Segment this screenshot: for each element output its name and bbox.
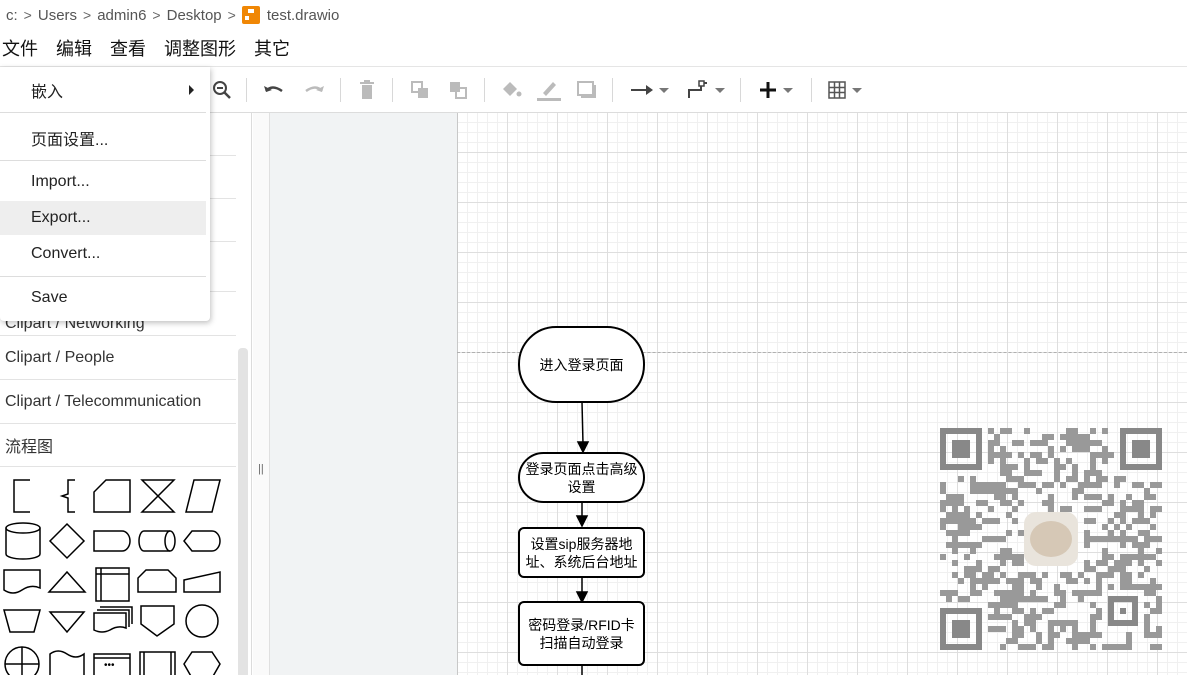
menu-view[interactable]: 查看 bbox=[110, 35, 155, 61]
annotation-1-shape[interactable] bbox=[13, 479, 30, 513]
menu-item-label: 页面设置... bbox=[31, 132, 109, 149]
chevron-right-icon: > bbox=[23, 7, 32, 23]
flow-node-login-method[interactable]: 密码登录/RFID卡扫描自动登录 bbox=[518, 601, 645, 666]
line-color-icon[interactable] bbox=[537, 77, 561, 103]
sidebar-section-flowchart[interactable]: 流程图 bbox=[0, 424, 236, 467]
menu-item-label: Export... bbox=[31, 209, 91, 226]
card-shape[interactable] bbox=[93, 479, 131, 513]
or-shape[interactable] bbox=[4, 646, 40, 675]
toolbar-divider bbox=[340, 78, 341, 102]
fill-color-icon[interactable] bbox=[499, 77, 523, 103]
annotation-2-shape[interactable] bbox=[59, 479, 75, 513]
menu-separator bbox=[0, 160, 206, 161]
process-shape[interactable] bbox=[139, 651, 176, 675]
paper-tape-shape[interactable] bbox=[49, 650, 85, 675]
display-shape[interactable] bbox=[183, 530, 221, 552]
sidebar-scrollbar[interactable] bbox=[238, 348, 248, 675]
sidebar-section-label: Clipart / People bbox=[5, 349, 115, 366]
menu-item-label: 嵌入 bbox=[31, 84, 64, 101]
svg-text:•••: ••• bbox=[104, 660, 115, 671]
arrowhead-2 bbox=[575, 515, 589, 528]
submenu-arrow-icon bbox=[189, 85, 194, 95]
database-shape[interactable] bbox=[5, 522, 41, 560]
decision-shape[interactable] bbox=[48, 522, 86, 560]
sidebar-section-label: Clipart / Telecommunication bbox=[5, 393, 202, 410]
off-page-reference-shape[interactable] bbox=[140, 605, 175, 637]
menu-item-label: Save bbox=[31, 289, 68, 306]
drawio-file-icon bbox=[241, 6, 265, 24]
toolbar-divider bbox=[392, 78, 393, 102]
predefined-process-shape[interactable]: ••• bbox=[93, 653, 131, 675]
merge-shape[interactable] bbox=[48, 611, 86, 634]
toolbar-divider bbox=[740, 78, 741, 102]
menu-arrange[interactable]: 调整图形 bbox=[164, 35, 245, 61]
undo-icon[interactable] bbox=[262, 77, 286, 103]
chevron-right-icon: > bbox=[152, 7, 161, 23]
document-shape[interactable] bbox=[3, 569, 41, 594]
manual-input-shape[interactable] bbox=[183, 571, 221, 593]
table-icon[interactable] bbox=[824, 77, 866, 103]
toolbar-divider bbox=[612, 78, 613, 102]
menu-extras[interactable]: 其它 bbox=[254, 35, 299, 61]
collate-shape[interactable] bbox=[140, 479, 176, 513]
sidebar-section-clipart-people[interactable]: Clipart / People bbox=[0, 337, 236, 380]
menu-item-label: Convert... bbox=[31, 245, 101, 262]
chevron-right-icon: > bbox=[227, 7, 236, 23]
insert-icon[interactable] bbox=[755, 77, 797, 103]
menu-item-import[interactable]: Import... bbox=[0, 165, 206, 199]
menu-item-export[interactable]: Export... bbox=[0, 201, 206, 235]
menu-edit[interactable]: 编辑 bbox=[56, 35, 101, 61]
connection-icon[interactable] bbox=[628, 77, 672, 103]
breadcrumb-drive[interactable]: c: bbox=[6, 7, 18, 24]
on-page-reference-shape[interactable] bbox=[185, 604, 219, 638]
flowchart-shape-palette: ••• bbox=[0, 468, 236, 675]
sidebar-section-clipart-telecommunication[interactable]: Clipart / Telecommunication bbox=[0, 381, 236, 424]
menu-separator bbox=[0, 276, 206, 277]
loop-limit-shape[interactable] bbox=[137, 569, 177, 593]
flow-node-advanced-settings[interactable]: 登录页面点击高级设置 bbox=[518, 452, 645, 503]
flow-node-set-server[interactable]: 设置sip服务器地址、系统后台地址 bbox=[518, 527, 645, 578]
toolbar-divider bbox=[484, 78, 485, 102]
to-back-icon[interactable] bbox=[446, 77, 470, 103]
multi-document-shape[interactable] bbox=[93, 606, 133, 633]
delete-icon[interactable] bbox=[355, 77, 379, 103]
waypoints-icon[interactable] bbox=[684, 77, 728, 103]
menu-item-convert[interactable]: Convert... bbox=[0, 237, 206, 271]
qr-code-overlay bbox=[940, 428, 1162, 650]
zoom-out-icon[interactable] bbox=[210, 77, 234, 103]
direct-data-shape[interactable] bbox=[138, 530, 176, 552]
redo-icon[interactable] bbox=[302, 77, 326, 103]
data-shape[interactable] bbox=[185, 479, 221, 513]
sidebar-resize-handle[interactable]: || bbox=[253, 113, 270, 675]
preparation-shape[interactable] bbox=[183, 651, 221, 675]
flow-node-enter-login[interactable]: 进入登录页面 bbox=[518, 326, 645, 403]
menu-file[interactable]: 文件 bbox=[0, 35, 47, 61]
arrowhead-1 bbox=[576, 441, 590, 454]
menu-item-page-setup[interactable]: 页面设置... bbox=[0, 121, 206, 155]
toolbar-divider bbox=[246, 78, 247, 102]
manual-operation-shape[interactable] bbox=[3, 609, 41, 633]
breadcrumb-admin6[interactable]: admin6 bbox=[97, 7, 146, 24]
breadcrumb: c: > Users > admin6 > Desktop > test.dra… bbox=[0, 0, 1187, 30]
sidebar-section-label: 流程图 bbox=[5, 439, 54, 456]
breadcrumb-desktop[interactable]: Desktop bbox=[167, 7, 222, 24]
breadcrumb-file[interactable]: test.drawio bbox=[267, 7, 340, 24]
toolbar-divider bbox=[811, 78, 812, 102]
drawio-window: c: > Users > admin6 > Desktop > test.dra… bbox=[0, 0, 1187, 675]
connector-1[interactable] bbox=[581, 401, 584, 445]
shadow-icon[interactable] bbox=[575, 77, 599, 103]
chevron-right-icon: > bbox=[83, 7, 92, 23]
file-menu-dropdown: 嵌入 页面设置... Import... Export... Convert..… bbox=[0, 67, 210, 321]
menubar: 文件 编辑 查看 调整图形 其它 bbox=[0, 30, 1187, 67]
internal-storage-shape[interactable] bbox=[95, 567, 130, 602]
delay-shape[interactable] bbox=[93, 530, 131, 552]
to-front-icon[interactable] bbox=[408, 77, 432, 103]
resize-grip-icon: || bbox=[258, 463, 264, 475]
breadcrumb-users[interactable]: Users bbox=[38, 7, 77, 24]
menu-separator bbox=[0, 112, 206, 113]
menu-item-label: Import... bbox=[31, 173, 90, 190]
menu-item-save[interactable]: Save bbox=[0, 281, 206, 315]
extract-shape[interactable] bbox=[47, 570, 87, 593]
menu-item-embed[interactable]: 嵌入 bbox=[0, 73, 206, 107]
